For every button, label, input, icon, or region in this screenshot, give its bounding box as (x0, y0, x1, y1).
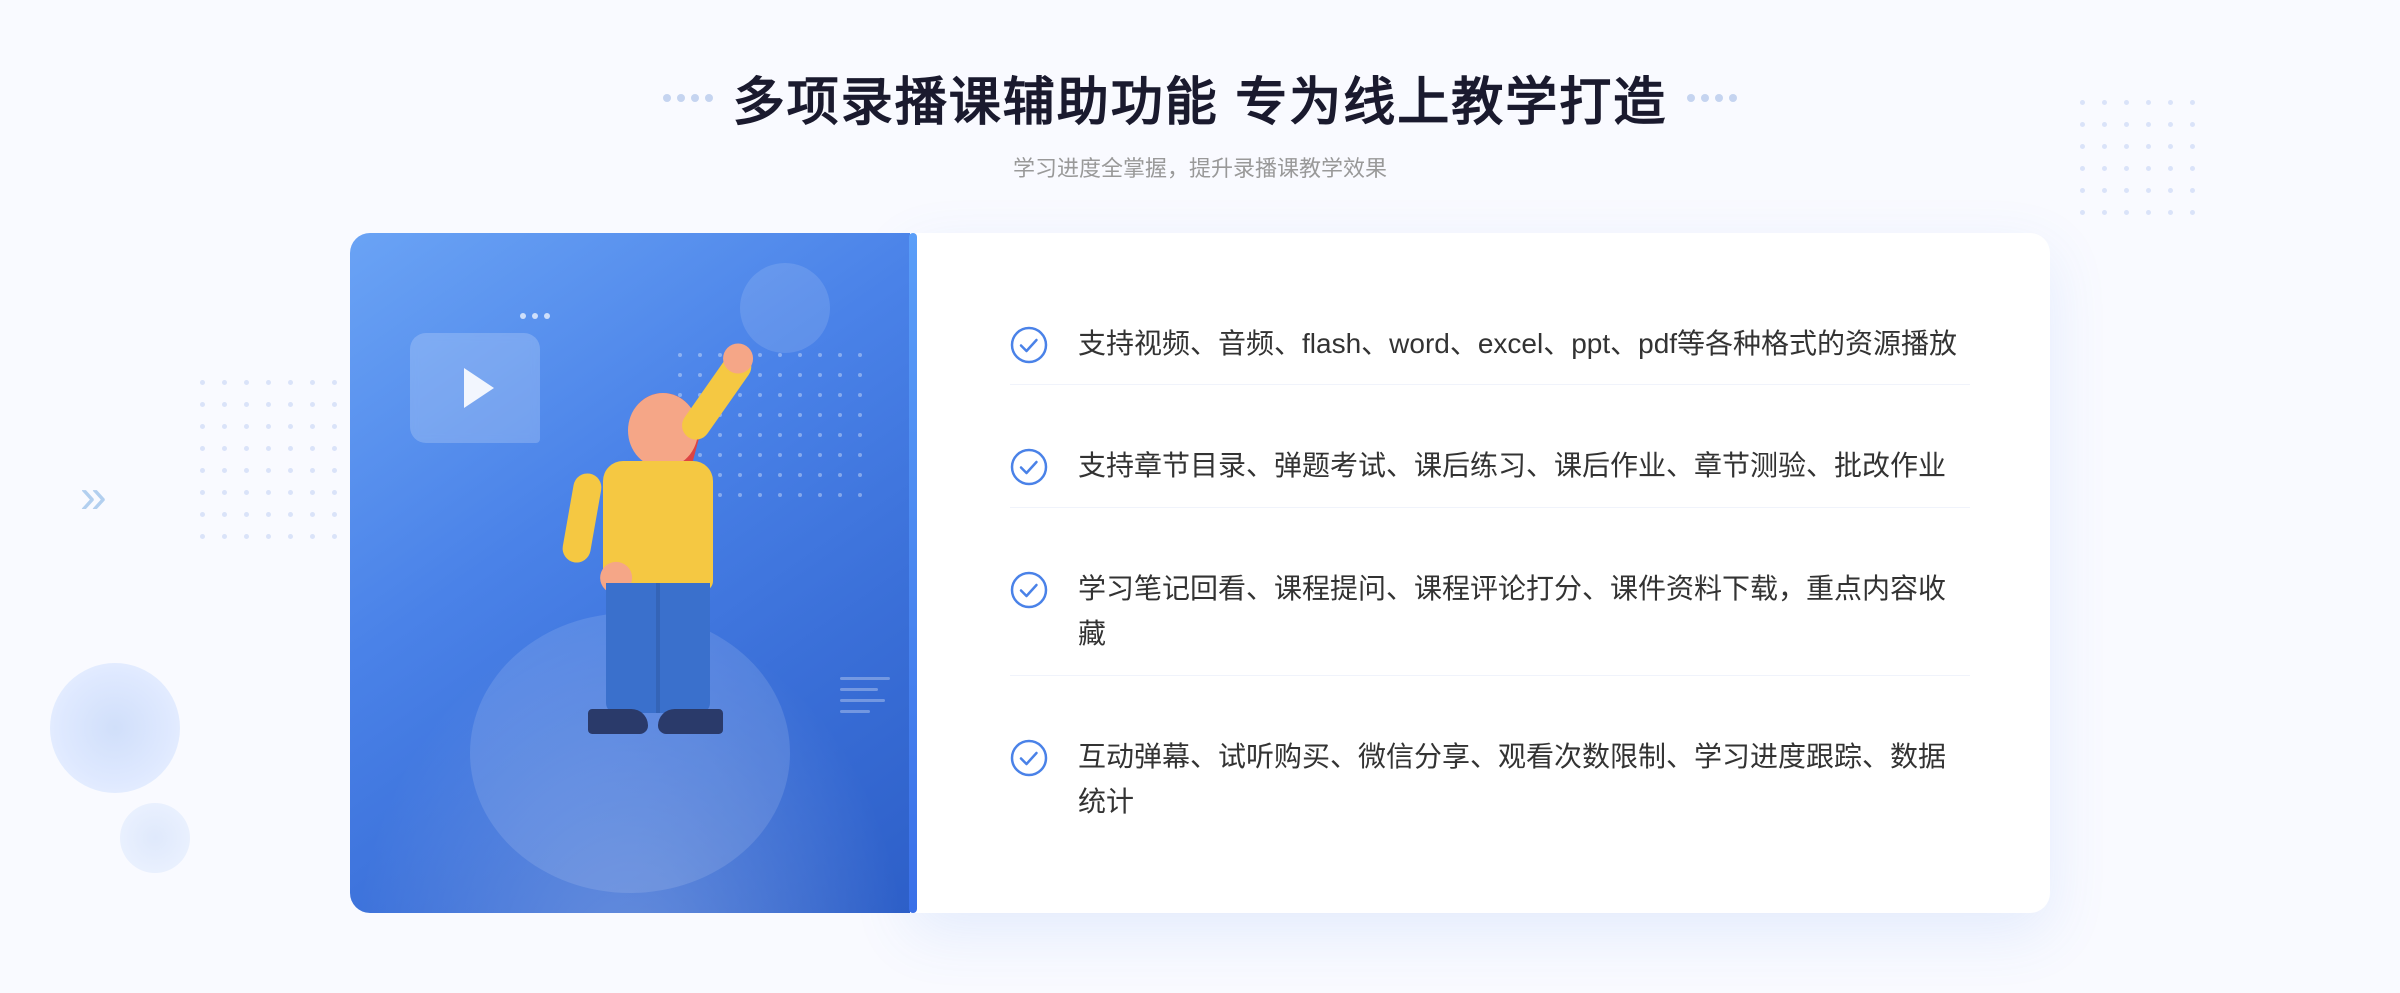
header-deco-right (1687, 94, 1737, 102)
fig-shoe-left (588, 709, 648, 734)
header-title-row: 多项录播课辅助功能 专为线上教学打造 (663, 60, 1737, 135)
header-deco-dot-4 (705, 94, 713, 102)
check-icon-3 (1010, 571, 1048, 609)
check-icon-4 (1010, 739, 1048, 777)
header-deco-dot-1 (663, 94, 671, 102)
feature-text-4: 互动弹幕、试听购买、微信分享、观看次数限制、学习进度跟踪、数据统计 (1078, 735, 1970, 825)
dot-grid-left (200, 380, 364, 544)
header-deco-dot-5 (1687, 94, 1695, 102)
main-content: 支持视频、音频、flash、word、excel、ppt、pdf等各种格式的资源… (350, 233, 2050, 913)
check-icon-1 (1010, 326, 1048, 364)
feature-item-3: 学习笔记回看、课程提问、课程评论打分、课件资料下载，重点内容收藏 (1010, 549, 1970, 676)
header-deco-dot-2 (677, 94, 685, 102)
feature-item-2: 支持章节目录、弹题考试、课后练习、课后作业、章节测验、批改作业 (1010, 426, 1970, 508)
header-deco-dot-6 (1701, 94, 1709, 102)
header: 多项录播课辅助功能 专为线上教学打造 学习进度全掌握，提升录播课教学效果 (663, 60, 1737, 183)
fig-arm-left (560, 471, 603, 564)
fig-hand-right (723, 344, 753, 374)
page-subtitle: 学习进度全掌握，提升录播课教学效果 (663, 151, 1737, 183)
feature-text-2: 支持章节目录、弹题考试、课后练习、课后作业、章节测验、批改作业 (1078, 444, 1946, 489)
page-title: 多项录播课辅助功能 专为线上教学打造 (733, 60, 1667, 135)
fig-pants-line (656, 583, 660, 713)
features-panel: 支持视频、音频、flash、word、excel、ppt、pdf等各种格式的资源… (910, 233, 2050, 913)
dot-grid-right (2080, 100, 2200, 220)
check-icon-2 (1010, 448, 1048, 486)
header-deco-dot-8 (1729, 94, 1737, 102)
illustration-figure (518, 393, 798, 913)
fig-shoe-right (658, 709, 723, 734)
deco-circle-blue-left (50, 663, 180, 793)
deco-circle-blue-sm (120, 803, 190, 873)
header-deco-dot-3 (691, 94, 699, 102)
feature-text-3: 学习笔记回看、课程提问、课程评论打分、课件资料下载，重点内容收藏 (1078, 567, 1970, 657)
feature-item-1: 支持视频、音频、flash、word、excel、ppt、pdf等各种格式的资源… (1010, 304, 1970, 386)
feature-item-4: 互动弹幕、试听购买、微信分享、观看次数限制、学习进度跟踪、数据统计 (1010, 717, 1970, 843)
play-icon (464, 368, 494, 408)
illustration-panel (350, 233, 910, 913)
header-deco-dot-7 (1715, 94, 1723, 102)
chevron-left-icon: » (80, 469, 97, 524)
page-container: » 多项录播课辅助功能 专为线上教学打造 学习进度全掌握，提升录播课教学效果 (0, 0, 2400, 993)
header-deco-left (663, 94, 713, 102)
illus-circle-sm (740, 263, 830, 353)
sparkle-decoration (520, 313, 550, 319)
feature-text-1: 支持视频、音频、flash、word、excel、ppt、pdf等各种格式的资源… (1078, 322, 1957, 367)
